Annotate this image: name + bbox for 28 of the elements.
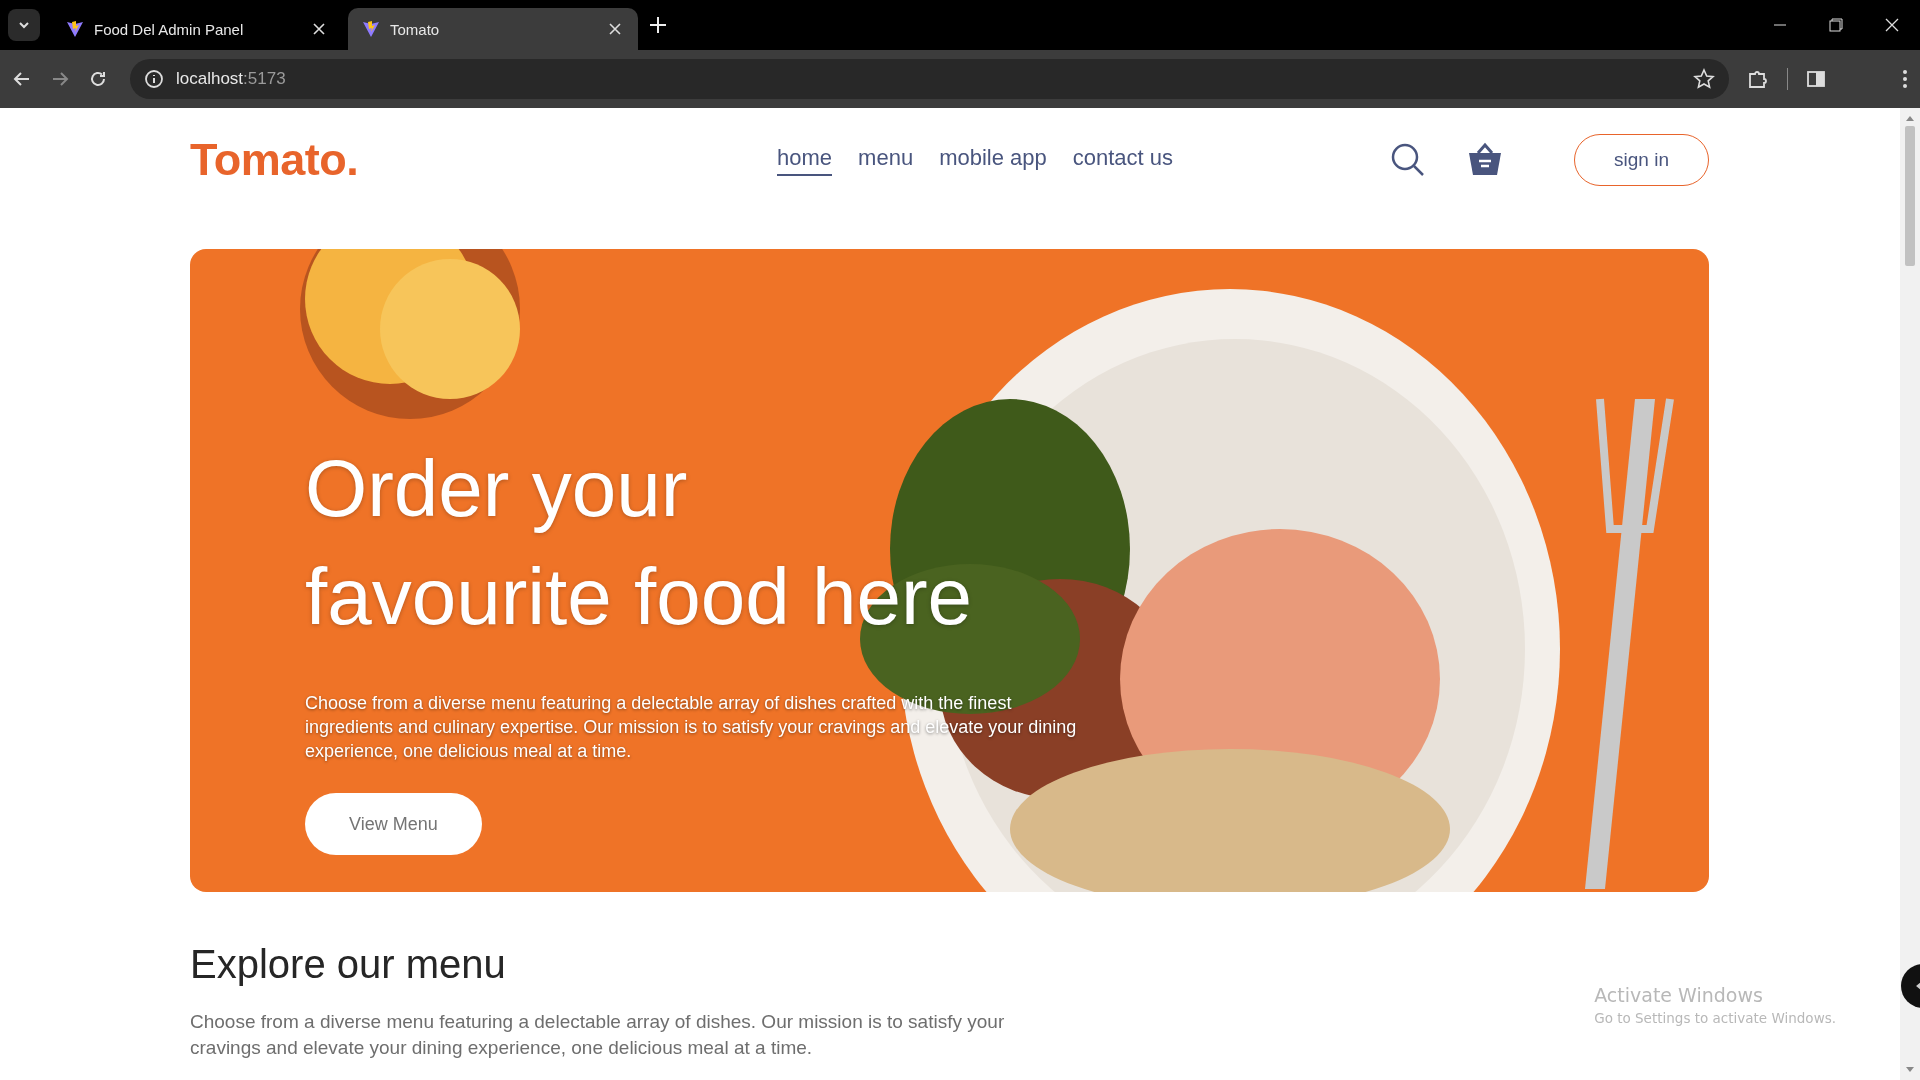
browser-tab[interactable]: Tomato bbox=[348, 8, 638, 50]
star-icon[interactable] bbox=[1693, 68, 1715, 90]
activation-hint: Go to Settings to activate Windows. bbox=[1594, 1010, 1836, 1026]
sign-in-button[interactable]: sign in bbox=[1574, 134, 1709, 186]
close-icon[interactable] bbox=[310, 22, 328, 36]
nav-link[interactable]: menu bbox=[858, 144, 914, 176]
tab-search-button[interactable] bbox=[8, 9, 40, 41]
scroll-up-icon[interactable] bbox=[1905, 114, 1915, 122]
section-description: Choose from a diverse menu featuring a delectable array of dishes. Our mission is to satisfy your cravings and elevate your dining experience, one delicious meal at a time. bbox=[190, 1010, 1006, 1060]
reload-icon[interactable] bbox=[88, 69, 108, 89]
view-menu-button[interactable]: View Menu bbox=[305, 793, 482, 855]
vite-logo-icon bbox=[66, 20, 84, 38]
scrollbar-thumb[interactable] bbox=[1905, 126, 1915, 266]
close-icon[interactable] bbox=[606, 22, 624, 36]
puzzle-piece-icon[interactable] bbox=[1747, 68, 1769, 90]
vite-logo-icon bbox=[362, 20, 380, 38]
info-icon bbox=[144, 69, 164, 89]
url-text: localhost:5173 bbox=[176, 69, 286, 89]
activation-title: Activate Windows bbox=[1594, 984, 1764, 1006]
nav-link[interactable]: home bbox=[777, 144, 833, 176]
nav-link[interactable]: mobile app bbox=[939, 144, 1047, 176]
kebab-menu-icon[interactable] bbox=[1902, 69, 1908, 89]
address-bar[interactable]: localhost:5173 bbox=[130, 59, 1729, 99]
section-heading: Explore our menu bbox=[190, 942, 507, 987]
side-panel-icon[interactable] bbox=[1806, 69, 1826, 89]
nav-link[interactable]: contact us bbox=[1072, 144, 1174, 176]
scroll-down-icon[interactable] bbox=[1905, 1066, 1915, 1074]
browser-tab[interactable]: Food Del Admin Panel bbox=[52, 8, 342, 50]
